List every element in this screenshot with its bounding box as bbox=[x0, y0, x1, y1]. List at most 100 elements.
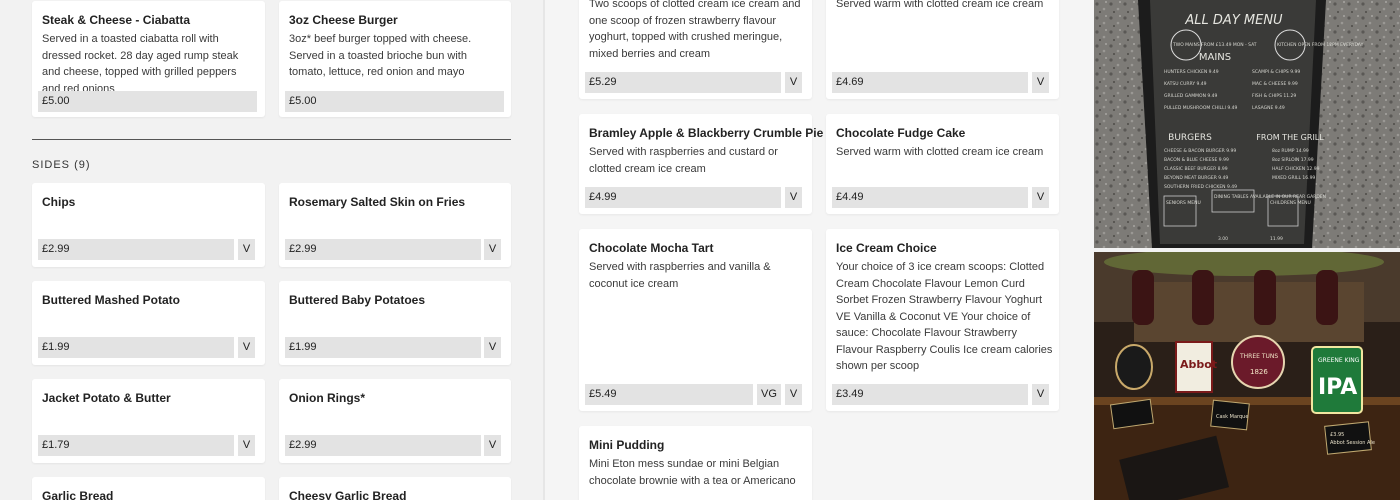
chalkboard-footer-right: CHILDRENS MENU bbox=[1270, 200, 1311, 206]
menu-card-buttered-baby-potatoes[interactable]: Buttered Baby Potatoes £1.99 V bbox=[279, 281, 511, 365]
section-divider bbox=[32, 139, 511, 140]
menu-item-price: £4.49 bbox=[832, 187, 1028, 208]
menu-item-price: £4.99 bbox=[585, 187, 781, 208]
menu-item-title: Steak & Cheese - Ciabatta bbox=[42, 13, 191, 27]
menu-card-chips[interactable]: Chips £2.99 V bbox=[32, 183, 265, 267]
menu-item-price: £5.00 bbox=[38, 91, 257, 112]
menu-card-warm-dessert[interactable]: Served warm with clotted cream ice cream… bbox=[826, 0, 1059, 99]
chalkboard-main-item: KATSU CURRY 9.49 bbox=[1164, 81, 1207, 87]
bar-pumps-photo: Abbot THREE TUNS 1826 GREENE KING IPA Ca… bbox=[1094, 252, 1400, 500]
menu-item-title: Buttered Mashed Potato bbox=[42, 293, 181, 307]
menu-item-title: Mini Pudding bbox=[589, 438, 665, 452]
chalkboard-grill-item: 8oz SIRLOIN 17.99 bbox=[1272, 157, 1314, 163]
menu-item-price: £1.99 bbox=[285, 337, 481, 358]
menu-item-price: £2.99 bbox=[285, 435, 481, 456]
menu-item-title: Rosemary Salted Skin on Fries bbox=[289, 195, 466, 209]
vegetarian-badge: V bbox=[785, 187, 802, 208]
menu-item-title: Cheesy Garlic Bread bbox=[289, 489, 407, 500]
chalkboard-burger-item: BEYOND MEAT BURGER 9.49 bbox=[1164, 175, 1228, 181]
menu-item-description: Your choice of 3 ice cream scoops: Clott… bbox=[836, 261, 1053, 372]
menu-card-rosemary-fries[interactable]: Rosemary Salted Skin on Fries £2.99 V bbox=[279, 183, 511, 267]
menu-item-price: £5.49 bbox=[585, 384, 753, 405]
vegetarian-badge: V bbox=[484, 435, 501, 456]
menu-item-title: Chocolate Mocha Tart bbox=[589, 241, 714, 255]
vegetarian-badge: V bbox=[1032, 187, 1049, 208]
price-tag-price: £3.95 bbox=[1330, 432, 1344, 438]
pump-clip-ipa: IPA bbox=[1318, 375, 1357, 400]
menu-card-cheesy-garlic-bread[interactable]: Cheesy Garlic Bread bbox=[279, 477, 511, 500]
pump-clip-three-tuns: THREE TUNS bbox=[1239, 353, 1278, 360]
chalkboard-burger-item: SOUTHERN FRIED CHICKEN 9.49 bbox=[1164, 184, 1237, 190]
vegetarian-badge: V bbox=[785, 384, 802, 405]
menu-card-mini-pudding[interactable]: Mini Pudding Mini Eton mess sundae or mi… bbox=[579, 426, 812, 500]
menu-desserts-column: Two scoops of clotted cream ice cream an… bbox=[543, 0, 1094, 500]
chalkboard-price: 3.00 bbox=[1218, 236, 1228, 242]
menu-card-crumble-pie[interactable]: Bramley Apple & Blackberry Crumble Pie S… bbox=[579, 114, 823, 214]
menu-item-title: Jacket Potato & Butter bbox=[42, 391, 171, 405]
menu-card-buttered-mashed-potato[interactable]: Buttered Mashed Potato £1.99 V bbox=[32, 281, 265, 365]
menu-card-steak-cheese-ciabatta[interactable]: Steak & Cheese - Ciabatta Served in a to… bbox=[32, 1, 265, 117]
menu-item-description: Two scoops of clotted cream ice cream an… bbox=[589, 0, 801, 60]
menu-item-title: Garlic Bread bbox=[42, 489, 114, 500]
menu-item-price: £5.29 bbox=[585, 72, 781, 93]
chalkboard-burger-item: BACON & BLUE CHEESE 9.99 bbox=[1164, 157, 1229, 163]
chalkboard-main-item: GRILLED GAMMON 9.49 bbox=[1164, 93, 1218, 99]
chalkboard-burgers-heading: BURGERS bbox=[1168, 133, 1212, 143]
menu-item-price: £1.99 bbox=[38, 337, 234, 358]
menu-item-title: Onion Rings* bbox=[289, 391, 365, 405]
menu-item-title: Chocolate Fudge Cake bbox=[836, 126, 966, 140]
price-tag-session-ale: Abbot Session Ale bbox=[1330, 440, 1375, 446]
vegetarian-badge: V bbox=[1032, 384, 1049, 405]
menu-item-description: Served with raspberries and custard or c… bbox=[589, 146, 778, 175]
menu-item-description: 3oz* beef burger topped with cheese. Ser… bbox=[289, 33, 472, 78]
menu-card-jacket-potato[interactable]: Jacket Potato & Butter £1.79 V bbox=[32, 379, 265, 463]
chalkboard-burger-item: CLASSIC BEEF BURGER 8.99 bbox=[1164, 166, 1228, 172]
chalkboard-mains-heading: MAINS bbox=[1199, 52, 1231, 63]
chalkboard-main-item: FISH & CHIPS 11.29 bbox=[1252, 93, 1296, 99]
chalkboard-burger-item: CHEESE & BACON BURGER 9.99 bbox=[1164, 148, 1236, 154]
section-heading-sides: SIDES (9) bbox=[32, 159, 91, 171]
chalkboard-grill-item: HALF CHICKEN 12.99 bbox=[1272, 166, 1320, 172]
menu-item-price: £5.00 bbox=[285, 91, 504, 112]
menu-card-eton-mess[interactable]: Two scoops of clotted cream ice cream an… bbox=[579, 0, 812, 99]
menu-item-title: 3oz Cheese Burger bbox=[289, 13, 398, 27]
menu-card-ice-cream-choice[interactable]: Ice Cream Choice Your choice of 3 ice cr… bbox=[826, 229, 1059, 411]
chalkboard-main-item: LASAGNE 9.49 bbox=[1252, 105, 1285, 111]
price-tag-cask-marque: Cask Marque bbox=[1216, 414, 1248, 420]
chalkboard-main-item: SCAMPI & CHIPS 9.99 bbox=[1252, 69, 1300, 75]
menu-item-title: Buttered Baby Potatoes bbox=[289, 293, 426, 307]
menu-item-price: £4.69 bbox=[832, 72, 1028, 93]
chalkboard-badge-right: KITCHEN OPEN FROM 12PM EVERYDAY bbox=[1277, 42, 1364, 48]
chalkboard-main-item: HUNTERS CHICKEN 9.49 bbox=[1164, 69, 1219, 75]
menu-item-title: Bramley Apple & Blackberry Crumble Pie bbox=[589, 126, 824, 140]
menu-card-garlic-bread[interactable]: Garlic Bread bbox=[32, 477, 265, 500]
chalkboard-badge-left: TWO MAINS FROM £13.49 MON - SAT bbox=[1172, 42, 1257, 48]
vegetarian-badge: V bbox=[484, 337, 501, 358]
chalkboard-footer-left: SENIORS MENU bbox=[1166, 200, 1201, 206]
chalkboard-main-item: MAC & CHEESE 9.99 bbox=[1252, 81, 1298, 87]
chalkboard-grill-heading: FROM THE GRILL bbox=[1256, 133, 1324, 142]
menu-card-chocolate-mocha-tart[interactable]: Chocolate Mocha Tart Served with raspber… bbox=[579, 229, 812, 411]
menu-card-3oz-cheese-burger[interactable]: 3oz Cheese Burger 3oz* beef burger toppe… bbox=[279, 1, 511, 117]
menu-item-description: Served warm with clotted cream ice cream bbox=[836, 146, 1044, 158]
chalkboard-menu-photo: ALL DAY MENU MAINS BURGERS FROM THE GRIL… bbox=[1094, 0, 1400, 248]
menu-card-onion-rings[interactable]: Onion Rings* £2.99 V bbox=[279, 379, 511, 463]
menu-item-price: £1.79 bbox=[38, 435, 234, 456]
menu-item-price: £2.99 bbox=[285, 239, 481, 260]
chalkboard-main-item: PULLED MUSHROOM CHILLI 9.49 bbox=[1164, 105, 1237, 111]
pump-clip-three-tuns-year: 1826 bbox=[1250, 368, 1268, 376]
menu-item-description: Served in a toasted ciabatta roll with d… bbox=[42, 33, 239, 95]
pump-clip-abbot: Abbot bbox=[1180, 358, 1217, 371]
menu-item-price: £2.99 bbox=[38, 239, 234, 260]
vegetarian-badge: V bbox=[785, 72, 802, 93]
vegetarian-badge: V bbox=[238, 435, 255, 456]
menu-left-column: Steak & Cheese - Ciabatta Served in a to… bbox=[0, 0, 543, 500]
chalkboard-title: ALL DAY MENU bbox=[1184, 13, 1283, 28]
menu-item-description: Served with raspberries and vanilla & co… bbox=[589, 261, 771, 290]
menu-card-chocolate-fudge-cake[interactable]: Chocolate Fudge Cake Served warm with cl… bbox=[826, 114, 1059, 214]
menu-item-price: £3.49 bbox=[832, 384, 1028, 405]
pump-clip-greene-king: GREENE KING bbox=[1318, 357, 1360, 364]
vegetarian-badge: V bbox=[238, 337, 255, 358]
menu-item-description: Mini Eton mess sundae or mini Belgian ch… bbox=[589, 458, 796, 487]
chalkboard-price: 11.99 bbox=[1270, 236, 1283, 242]
